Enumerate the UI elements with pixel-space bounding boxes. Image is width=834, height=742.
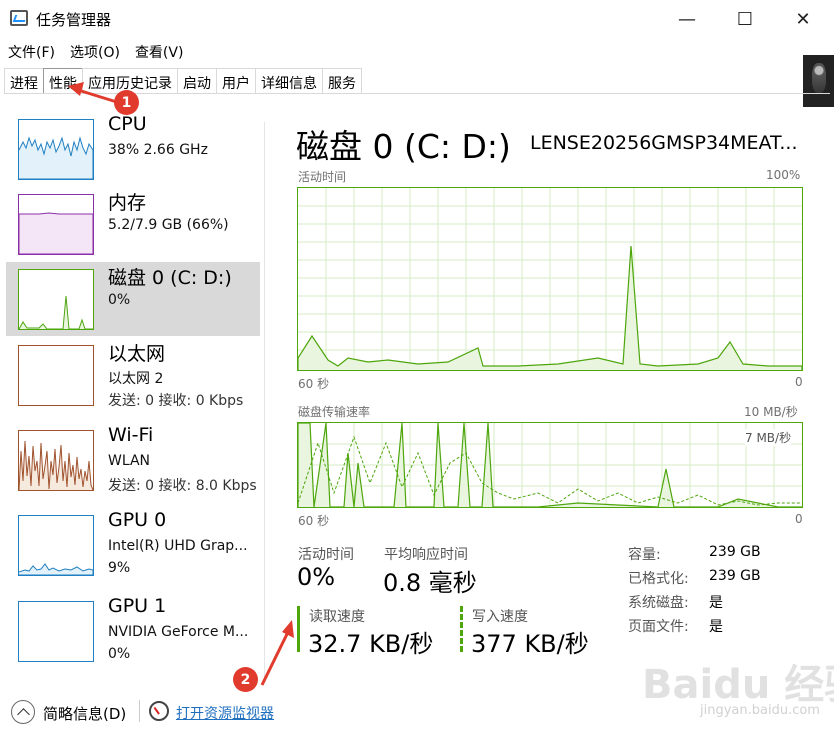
annotation-badge-1: 1 — [114, 90, 139, 115]
annotation-badge-2: 2 — [233, 667, 258, 692]
